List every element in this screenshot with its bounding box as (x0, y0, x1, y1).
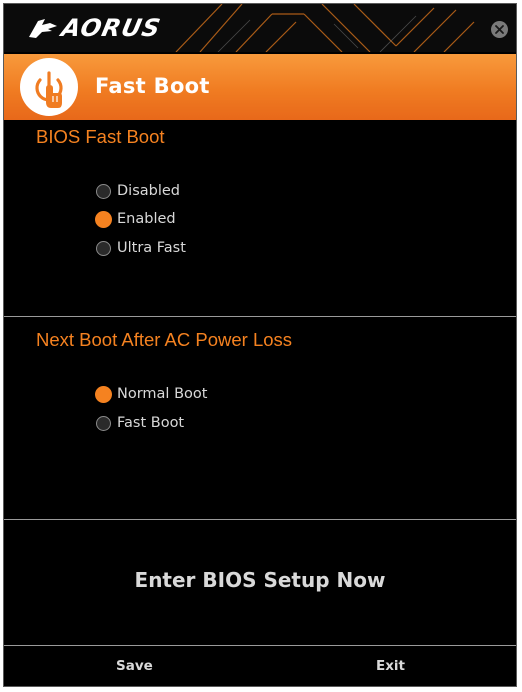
aorus-eagle-icon (29, 19, 57, 38)
radio-label: Enabled (117, 211, 176, 227)
section-divider (4, 316, 516, 317)
bios-fast-boot-title: BIOS Fast Boot (36, 126, 165, 147)
radio-fast-boot[interactable]: Fast Boot (96, 413, 184, 433)
close-icon (495, 25, 504, 34)
close-button[interactable] (491, 21, 508, 38)
radio-label: Normal Boot (117, 386, 208, 402)
radio-disabled[interactable]: Disabled (96, 181, 180, 201)
radio-normal-boot[interactable]: Normal Boot (95, 384, 208, 404)
radio-label: Disabled (117, 183, 180, 199)
next-boot-title: Next Boot After AC Power Loss (36, 329, 293, 350)
radio-button-selected[interactable] (95, 210, 112, 228)
enter-bios-setup-button[interactable]: Enter BIOS Setup Now (4, 568, 516, 592)
footer-divider (4, 645, 516, 646)
app-window: AORUS Fast Boot BIOS Fast Boot Disabled (3, 3, 517, 687)
power-touch-icon (20, 58, 78, 116)
radio-enabled[interactable]: Enabled (95, 209, 176, 229)
brand-name: AORUS (59, 14, 164, 42)
aorus-logo: AORUS (28, 14, 164, 42)
radio-button[interactable] (96, 183, 111, 199)
save-button[interactable]: Save (116, 658, 153, 674)
page-title: Fast Boot (95, 74, 210, 98)
title-bar[interactable]: AORUS (4, 4, 516, 52)
exit-button[interactable]: Exit (376, 658, 405, 674)
radio-button-selected[interactable] (95, 385, 112, 403)
radio-button[interactable] (96, 240, 111, 256)
page-header: Fast Boot (4, 54, 516, 120)
radio-ultra-fast[interactable]: Ultra Fast (96, 238, 186, 258)
radio-label: Fast Boot (117, 415, 185, 431)
radio-button[interactable] (96, 415, 111, 431)
section-divider (4, 519, 516, 520)
radio-label: Ultra Fast (117, 240, 186, 256)
